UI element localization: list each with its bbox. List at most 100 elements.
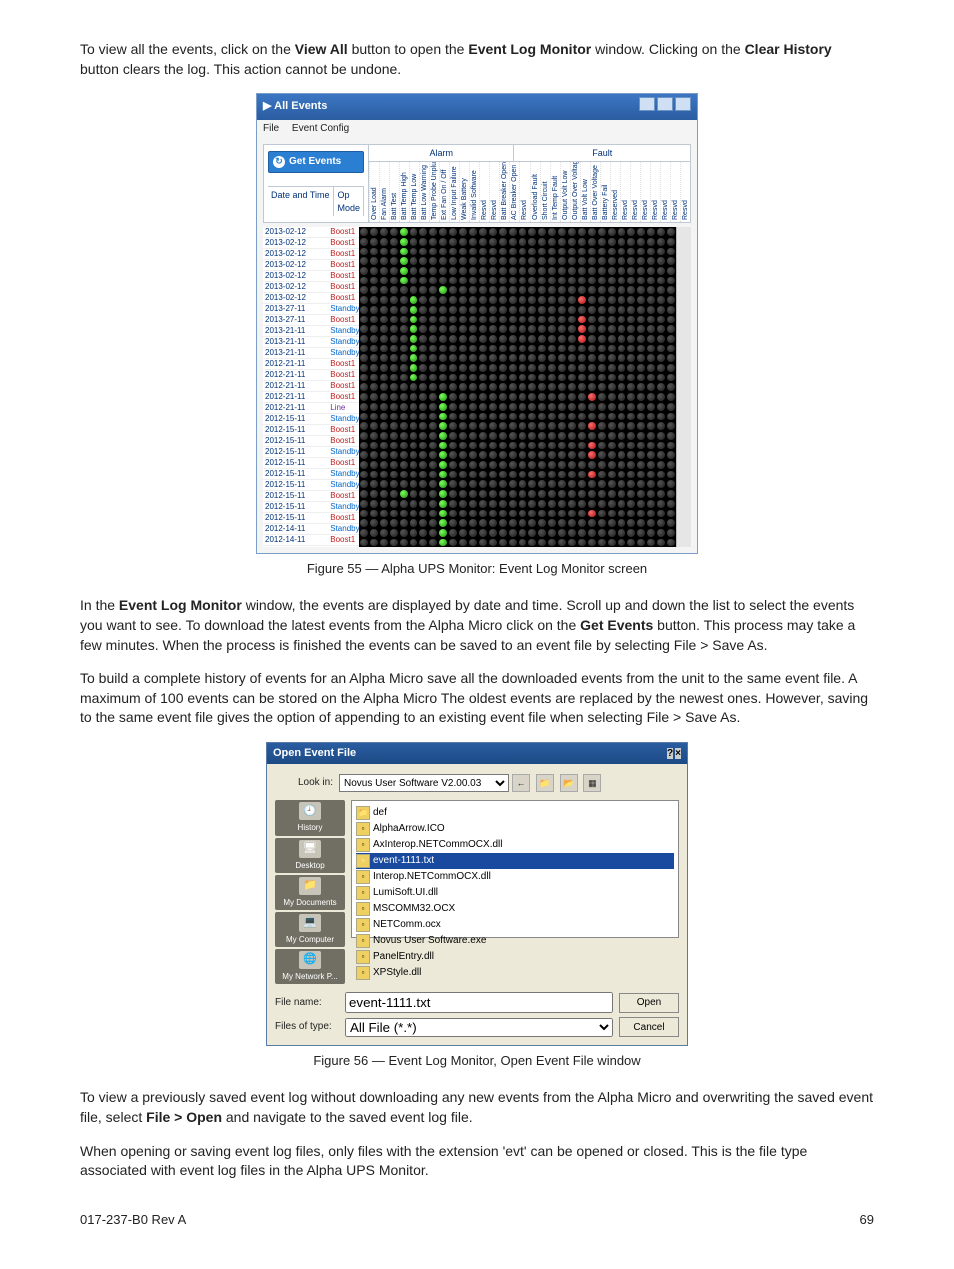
led-indicator — [568, 500, 576, 508]
event-datetime: 2013-02-12 02:17:45 — [263, 238, 328, 248]
led-indicator — [627, 422, 635, 430]
led-indicator — [419, 500, 427, 508]
close-icon[interactable] — [675, 97, 691, 111]
led-indicator — [657, 510, 665, 518]
led-indicator — [410, 267, 418, 275]
led-indicator — [410, 335, 418, 343]
menu-event-config[interactable]: Event Config — [292, 123, 349, 134]
open-button[interactable]: Open — [619, 993, 679, 1013]
led-indicator — [499, 238, 507, 246]
led-indicator — [459, 393, 467, 401]
open-event-file-dialog: Open Event File ?× Look in: Novus User S… — [266, 742, 688, 1046]
back-icon[interactable]: ← — [512, 774, 530, 792]
led-indicator — [419, 393, 427, 401]
menu-file[interactable]: File — [263, 123, 279, 134]
place-item[interactable]: 📁My Documents — [275, 875, 345, 910]
led-indicator — [380, 539, 388, 547]
file-item[interactable]: ▫AxInterop.NETCommOCX.dll — [356, 837, 674, 853]
file-item[interactable]: ▫MSCOMM32.OCX — [356, 901, 674, 917]
led-indicator — [489, 510, 497, 518]
led-indicator — [657, 325, 665, 333]
filename-input[interactable] — [345, 992, 613, 1013]
led-indicator — [528, 510, 536, 518]
led-indicator — [360, 519, 368, 527]
place-item[interactable]: 💻My Computer — [275, 912, 345, 947]
get-events-button[interactable]: ↻ Get Events — [268, 151, 364, 173]
led-indicator — [449, 335, 457, 343]
event-log-monitor-window: ▶ All Events File Event Config ↻ Get Eve… — [256, 93, 698, 554]
file-item[interactable]: ▫event-1111.txt — [356, 853, 674, 869]
led-indicator — [439, 529, 447, 537]
led-row — [359, 441, 676, 451]
led-indicator — [578, 413, 586, 421]
led-indicator — [667, 248, 675, 256]
led-indicator — [499, 539, 507, 547]
new-folder-icon[interactable]: 📂 — [560, 774, 578, 792]
led-indicator — [618, 422, 626, 430]
led-indicator — [578, 374, 586, 382]
scrollbar[interactable] — [676, 227, 691, 547]
place-item[interactable]: 🖥Desktop — [275, 838, 345, 873]
file-item[interactable]: ▫LumiSoft.UI.dll — [356, 885, 674, 901]
led-indicator — [390, 529, 398, 537]
led-indicator — [528, 451, 536, 459]
place-item[interactable]: 🕘History — [275, 800, 345, 835]
led-indicator — [499, 354, 507, 362]
led-indicator — [449, 500, 457, 508]
led-indicator — [548, 277, 556, 285]
led-indicator — [568, 383, 576, 391]
led-indicator — [380, 422, 388, 430]
place-item[interactable]: 🌐My Network P... — [275, 949, 345, 984]
led-row — [359, 538, 676, 548]
file-item[interactable]: ▫Interop.NETCommOCX.dll — [356, 869, 674, 885]
minimize-icon[interactable] — [639, 97, 655, 111]
led-row — [359, 334, 676, 344]
led-indicator — [657, 306, 665, 314]
led-indicator — [588, 296, 596, 304]
file-item[interactable]: ▫Novus User Software.exe — [356, 933, 674, 949]
led-indicator — [360, 364, 368, 372]
led-indicator — [568, 238, 576, 246]
led-indicator — [410, 529, 418, 537]
close-icon[interactable]: × — [675, 748, 681, 759]
led-indicator — [360, 277, 368, 285]
led-indicator — [538, 461, 546, 469]
led-indicator — [380, 374, 388, 382]
led-indicator — [657, 471, 665, 479]
led-indicator — [419, 286, 427, 294]
led-indicator — [499, 403, 507, 411]
led-indicator — [548, 248, 556, 256]
file-item[interactable]: ▫PanelEntry.dll — [356, 949, 674, 965]
led-indicator — [519, 325, 527, 333]
look-in-select[interactable]: Novus User Software V2.00.03 — [339, 774, 509, 792]
file-item[interactable]: ▫AlphaArrow.ICO — [356, 821, 674, 837]
filetype-select[interactable]: All File (*.*) — [345, 1018, 613, 1037]
led-indicator — [499, 286, 507, 294]
led-indicator — [538, 432, 546, 440]
led-indicator — [419, 296, 427, 304]
led-indicator — [548, 529, 556, 537]
led-indicator — [647, 248, 655, 256]
cancel-button[interactable]: Cancel — [619, 1017, 679, 1037]
file-list[interactable]: 📁def▫AlphaArrow.ICO▫AxInterop.NETCommOCX… — [351, 800, 679, 938]
led-indicator — [469, 461, 477, 469]
file-item[interactable]: ▫NETComm.ocx — [356, 917, 674, 933]
led-indicator — [578, 403, 586, 411]
file-item[interactable]: ▫XPStyle.dll — [356, 965, 674, 981]
led-indicator — [657, 248, 665, 256]
views-icon[interactable]: ▦ — [583, 774, 601, 792]
led-indicator — [479, 354, 487, 362]
maximize-icon[interactable] — [657, 97, 673, 111]
led-indicator — [449, 248, 457, 256]
led-indicator — [667, 267, 675, 275]
led-indicator — [647, 257, 655, 265]
led-indicator — [568, 248, 576, 256]
file-item[interactable]: 📁def — [356, 805, 674, 821]
event-opmode: Standby — [328, 326, 359, 336]
led-indicator — [380, 529, 388, 537]
led-indicator — [410, 277, 418, 285]
up-icon[interactable]: 📁 — [536, 774, 554, 792]
help-icon[interactable]: ? — [667, 748, 673, 759]
led-indicator — [598, 500, 606, 508]
led-indicator — [390, 442, 398, 450]
